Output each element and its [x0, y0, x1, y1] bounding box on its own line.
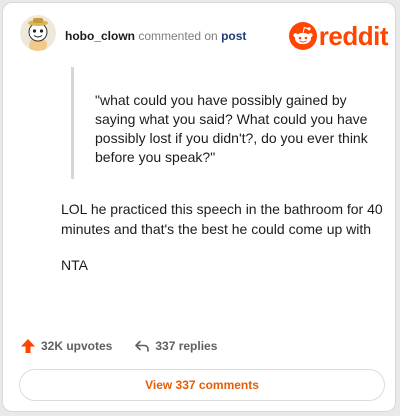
byline-verb: commented on — [138, 29, 218, 43]
comment-body: LOL he practiced this speech in the bath… — [61, 199, 387, 291]
upvote-button[interactable]: 32K upvotes — [20, 338, 112, 354]
comment-paragraph: LOL he practiced this speech in the bath… — [61, 201, 383, 237]
comment-actions: 32K upvotes 337 replies — [20, 337, 217, 355]
upvote-arrow-icon — [21, 339, 35, 353]
reddit-logo-icon — [288, 22, 317, 50]
username-link[interactable]: hobo_clown — [65, 29, 135, 43]
comment-header: hobo_clown commented on post reddit — [20, 13, 389, 59]
reply-arrow-icon — [135, 340, 150, 352]
post-link[interactable]: post — [221, 29, 246, 43]
quoted-text: "what could you have possibly gained by … — [71, 67, 371, 179]
upvote-count: 32K upvotes — [41, 339, 113, 353]
reply-count: 337 replies — [155, 339, 218, 353]
reddit-brand[interactable]: reddit — [288, 21, 389, 51]
snoo-avatar-icon[interactable] — [20, 15, 56, 51]
comment-paragraph: NTA — [61, 257, 88, 273]
comment-byline: hobo_clown commented on post — [65, 29, 246, 43]
reddit-wordmark: reddit — [318, 21, 389, 51]
reply-button[interactable]: 337 replies — [134, 338, 217, 354]
view-comments-button[interactable]: View 337 comments — [19, 369, 385, 401]
comment-card: hobo_clown commented on post reddit "wha… — [2, 2, 396, 412]
